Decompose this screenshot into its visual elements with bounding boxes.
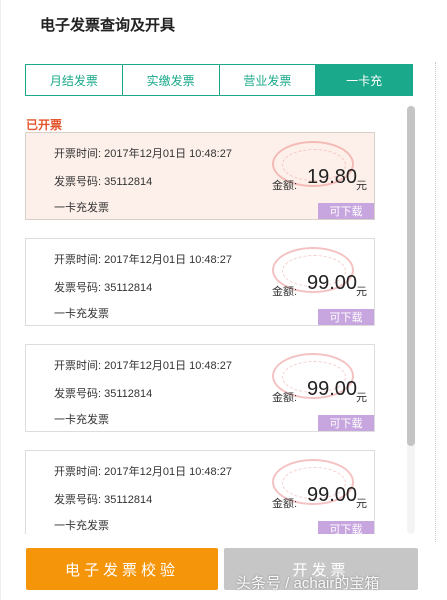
- download-button[interactable]: 可下载: [318, 309, 374, 325]
- amount-value: 99.00: [307, 378, 358, 400]
- invoice-type-tabs: 月结发票 实缴发票 营业发票 一卡充: [25, 64, 413, 96]
- invoice-time: 开票时间: 2017年12月01日 10:48:27: [54, 360, 232, 372]
- invoice-card[interactable]: 开票时间: 2017年12月01日 10:48:27 发票号码: 3511281…: [25, 344, 375, 432]
- amount-unit: 元: [356, 392, 367, 404]
- amount-value: 19.80: [307, 166, 358, 188]
- page-title: 电子发票查询及开具: [40, 17, 176, 34]
- invoice-list: 已开票 开票时间: 2017年12月01日 10:48:27 发票号码: 351…: [20, 104, 420, 534]
- invoice-number: 发票号码: 35112814: [54, 388, 153, 400]
- invoice-type: 一卡充发票: [54, 520, 109, 532]
- amount-label: 金额:: [272, 286, 298, 298]
- watermark-text: 头条号 / achair的宝箱: [236, 575, 380, 592]
- amount-value: 99.00: [307, 272, 358, 294]
- invoice-type: 一卡充发票: [54, 308, 109, 320]
- amount-label: 金额:: [272, 498, 298, 510]
- tab-monthly[interactable]: 月结发票: [26, 65, 123, 95]
- invoice-card[interactable]: 开票时间: 2017年12月01日 10:48:27 发票号码: 3511281…: [25, 132, 375, 220]
- invoice-time: 开票时间: 2017年12月01日 10:48:27: [54, 148, 232, 160]
- section-label-issued: 已开票: [26, 118, 63, 132]
- amount-unit: 元: [356, 286, 367, 298]
- invoice-time: 开票时间: 2017年12月01日 10:48:27: [54, 254, 232, 266]
- scrollbar-thumb[interactable]: [407, 106, 415, 446]
- amount-label: 金额:: [272, 392, 298, 404]
- amount-unit: 元: [356, 180, 367, 192]
- invoice-type: 一卡充发票: [54, 202, 109, 214]
- download-button[interactable]: 可下载: [318, 521, 374, 534]
- tab-paid[interactable]: 实缴发票: [122, 65, 220, 95]
- amount-label: 金额:: [272, 180, 298, 192]
- amount-unit: 元: [356, 498, 367, 510]
- download-button[interactable]: 可下载: [318, 203, 374, 219]
- invoice-number: 发票号码: 35112814: [54, 282, 153, 294]
- verify-invoice-button[interactable]: 电子发票校验: [26, 548, 218, 590]
- invoice-number: 发票号码: 35112814: [54, 176, 153, 188]
- tab-business[interactable]: 营业发票: [219, 65, 317, 95]
- scrollbar[interactable]: [407, 106, 415, 534]
- bottom-action-bar: 电子发票校验 开发票: [0, 540, 447, 600]
- invoice-card[interactable]: 开票时间: 2017年12月01日 10:48:27 发票号码: 3511281…: [25, 450, 375, 534]
- invoice-time: 开票时间: 2017年12月01日 10:48:27: [54, 466, 232, 478]
- divider: [435, 62, 436, 542]
- invoice-card[interactable]: 开票时间: 2017年12月01日 10:48:27 发票号码: 3511281…: [25, 238, 375, 326]
- download-button[interactable]: 可下载: [318, 415, 374, 431]
- amount-value: 99.00: [307, 484, 358, 506]
- invoice-type: 一卡充发票: [54, 414, 109, 426]
- invoice-number: 发票号码: 35112814: [54, 494, 153, 506]
- tab-one-card-recharge[interactable]: 一卡充: [316, 65, 412, 95]
